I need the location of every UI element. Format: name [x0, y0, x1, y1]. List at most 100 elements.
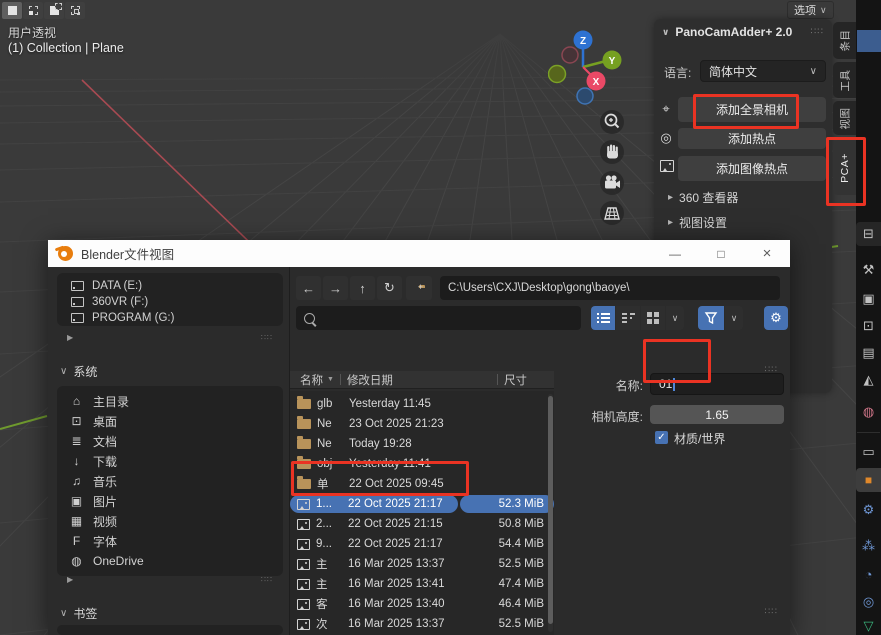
- select-set-button[interactable]: [2, 2, 22, 19]
- folder-icon: [297, 399, 311, 409]
- active-tool-tab[interactable]: ⚒: [856, 258, 881, 282]
- sidebar-tab[interactable]: 视图: [833, 101, 856, 135]
- filter-group: ∨: [698, 306, 743, 330]
- file-row[interactable]: Ne Today 19:28: [290, 434, 554, 454]
- file-name: 次: [316, 616, 348, 632]
- settings-button[interactable]: ⚙: [764, 306, 788, 330]
- section-view-settings[interactable]: ▸ 视图设置: [668, 214, 727, 231]
- file-name: 2...: [316, 518, 348, 530]
- system-item[interactable]: ↓ 下载: [57, 451, 283, 471]
- system-item[interactable]: ≣ 文档: [57, 431, 283, 451]
- output-tab[interactable]: ⊡: [856, 314, 881, 338]
- filter-settings-chevron[interactable]: ∨: [725, 306, 743, 330]
- search-input[interactable]: [296, 306, 581, 330]
- system-item[interactable]: ▦ 视频: [57, 511, 283, 531]
- system-section-header[interactable]: ∨ 系统: [60, 363, 97, 380]
- system-item[interactable]: ⊡ 桌面: [57, 411, 283, 431]
- view-layer-tab[interactable]: ▤: [856, 341, 881, 365]
- file-row[interactable]: 2... 22 Oct 2025 21:15 50.8 MiB: [290, 514, 554, 534]
- section-360-viewer[interactable]: ▸ 360 查看器: [668, 189, 738, 206]
- panel-header[interactable]: ∨ PanoCamAdder+ 2.0: [662, 25, 792, 39]
- movie-camera-icon: [600, 171, 624, 195]
- minimize-button[interactable]: —: [660, 240, 690, 267]
- volumes-expand-row[interactable]: ▶ ∷∷: [57, 331, 283, 344]
- maximize-button[interactable]: □: [706, 240, 736, 267]
- column-divider[interactable]: [497, 374, 498, 385]
- volume-item[interactable]: 360VR (F:): [57, 294, 283, 310]
- render-tab[interactable]: ▣: [856, 287, 881, 311]
- column-size[interactable]: 尺寸: [504, 372, 527, 388]
- particles-tab[interactable]: ⁂: [856, 534, 881, 558]
- constraints-tab[interactable]: ◎: [856, 590, 881, 614]
- system-item[interactable]: ▣ 图片: [57, 491, 283, 511]
- panel-grip-icon[interactable]: ∷∷: [811, 26, 824, 37]
- language-dropdown[interactable]: 简体中文 ∨: [700, 60, 826, 82]
- options-dropdown[interactable]: 选项 ∨: [787, 1, 834, 19]
- add-hotspot-button[interactable]: 添加热点: [678, 128, 826, 149]
- editor-type-button[interactable]: ⊟: [856, 222, 881, 246]
- world-tab[interactable]: ◍: [856, 400, 881, 424]
- file-size: 47.4 MiB: [460, 575, 554, 593]
- system-item[interactable]: ♫ 音乐: [57, 471, 283, 491]
- camera-view-button[interactable]: [600, 171, 624, 195]
- file-row[interactable]: Ne 23 Oct 2025 21:23: [290, 414, 554, 434]
- column-view-button[interactable]: [616, 306, 640, 330]
- volume-item[interactable]: PROGRAM (G:): [57, 310, 283, 326]
- up-button[interactable]: ↑: [350, 276, 375, 300]
- select-extend-button[interactable]: [23, 2, 43, 19]
- forward-button[interactable]: →: [323, 276, 348, 300]
- sidebar-tab[interactable]: 工具: [833, 62, 856, 98]
- image-file-icon: [297, 519, 310, 530]
- display-settings-chevron[interactable]: ∨: [666, 306, 684, 330]
- object-tab[interactable]: ■: [856, 468, 881, 492]
- collection-tab[interactable]: ▭: [856, 440, 881, 464]
- modifier-tab[interactable]: ⚙: [856, 498, 881, 522]
- expand-triangle-icon: ▶: [67, 333, 73, 342]
- list-view-button[interactable]: [591, 306, 615, 330]
- file-row[interactable]: 客 16 Mar 2025 13:40 46.4 MiB: [290, 594, 554, 614]
- system-item[interactable]: ◍ OneDrive: [57, 551, 283, 571]
- dialog-title: Blender文件视图: [81, 244, 174, 263]
- select-intersect-button[interactable]: [65, 2, 85, 19]
- system-item[interactable]: F 字体: [57, 531, 283, 551]
- column-date[interactable]: 修改日期: [347, 372, 393, 388]
- pan-button[interactable]: [600, 140, 624, 164]
- close-button[interactable]: ×: [752, 240, 782, 267]
- scene-tab[interactable]: ◭: [856, 368, 881, 392]
- filter-button[interactable]: [698, 306, 724, 330]
- system-expand-row[interactable]: ▶ ∷∷: [57, 573, 283, 586]
- file-row[interactable]: glb Yesterday 11:45: [290, 394, 554, 414]
- sort-descending-icon[interactable]: ▼: [327, 376, 334, 383]
- bookmarks-section-header[interactable]: ∨ 书签: [60, 605, 97, 622]
- file-row[interactable]: 1... 22 Oct 2025 21:17 52.3 MiB: [290, 494, 554, 514]
- file-row[interactable]: 主 16 Mar 2025 13:41 47.4 MiB: [290, 574, 554, 594]
- file-row[interactable]: 9... 22 Oct 2025 21:17 54.4 MiB: [290, 534, 554, 554]
- thumbnail-view-button[interactable]: [641, 306, 665, 330]
- material-world-checkbox[interactable]: ✓: [655, 431, 668, 444]
- volume-item[interactable]: DATA (E:): [57, 278, 283, 294]
- physics-tab[interactable]: ◔: [856, 562, 881, 586]
- system-item[interactable]: ⌂ 主目录: [57, 391, 283, 411]
- select-subtract-button[interactable]: [44, 2, 64, 19]
- file-name: 主: [316, 576, 348, 592]
- ortho-grid-button[interactable]: [600, 201, 624, 225]
- file-list-scrollbar[interactable]: [548, 394, 553, 632]
- file-row[interactable]: 次 16 Mar 2025 13:37 52.5 MiB: [290, 614, 554, 634]
- zoom-button[interactable]: [600, 110, 624, 134]
- refresh-button[interactable]: ↻: [377, 276, 402, 300]
- images-icon: ▣: [69, 494, 84, 508]
- back-button[interactable]: ←: [296, 276, 321, 300]
- column-divider[interactable]: [340, 374, 341, 385]
- navigation-gizmo[interactable]: Z Y X: [548, 28, 624, 108]
- drive-icon: [71, 313, 84, 323]
- data-tab[interactable]: ▽: [856, 614, 881, 635]
- add-image-hotspot-button[interactable]: 添加图像热点: [678, 156, 826, 181]
- new-folder-button[interactable]: +: [406, 276, 432, 300]
- outliner-selected-row[interactable]: [857, 30, 881, 52]
- scrollbar-thumb[interactable]: [548, 396, 553, 624]
- column-name[interactable]: 名称: [300, 372, 323, 388]
- path-field[interactable]: C:\Users\CXJ\Desktop\gong\baoye\: [440, 276, 780, 300]
- sidebar-tab[interactable]: 条目: [833, 22, 856, 59]
- file-row[interactable]: 主 16 Mar 2025 13:37 52.5 MiB: [290, 554, 554, 574]
- camera-height-field[interactable]: 1.65: [650, 405, 784, 424]
